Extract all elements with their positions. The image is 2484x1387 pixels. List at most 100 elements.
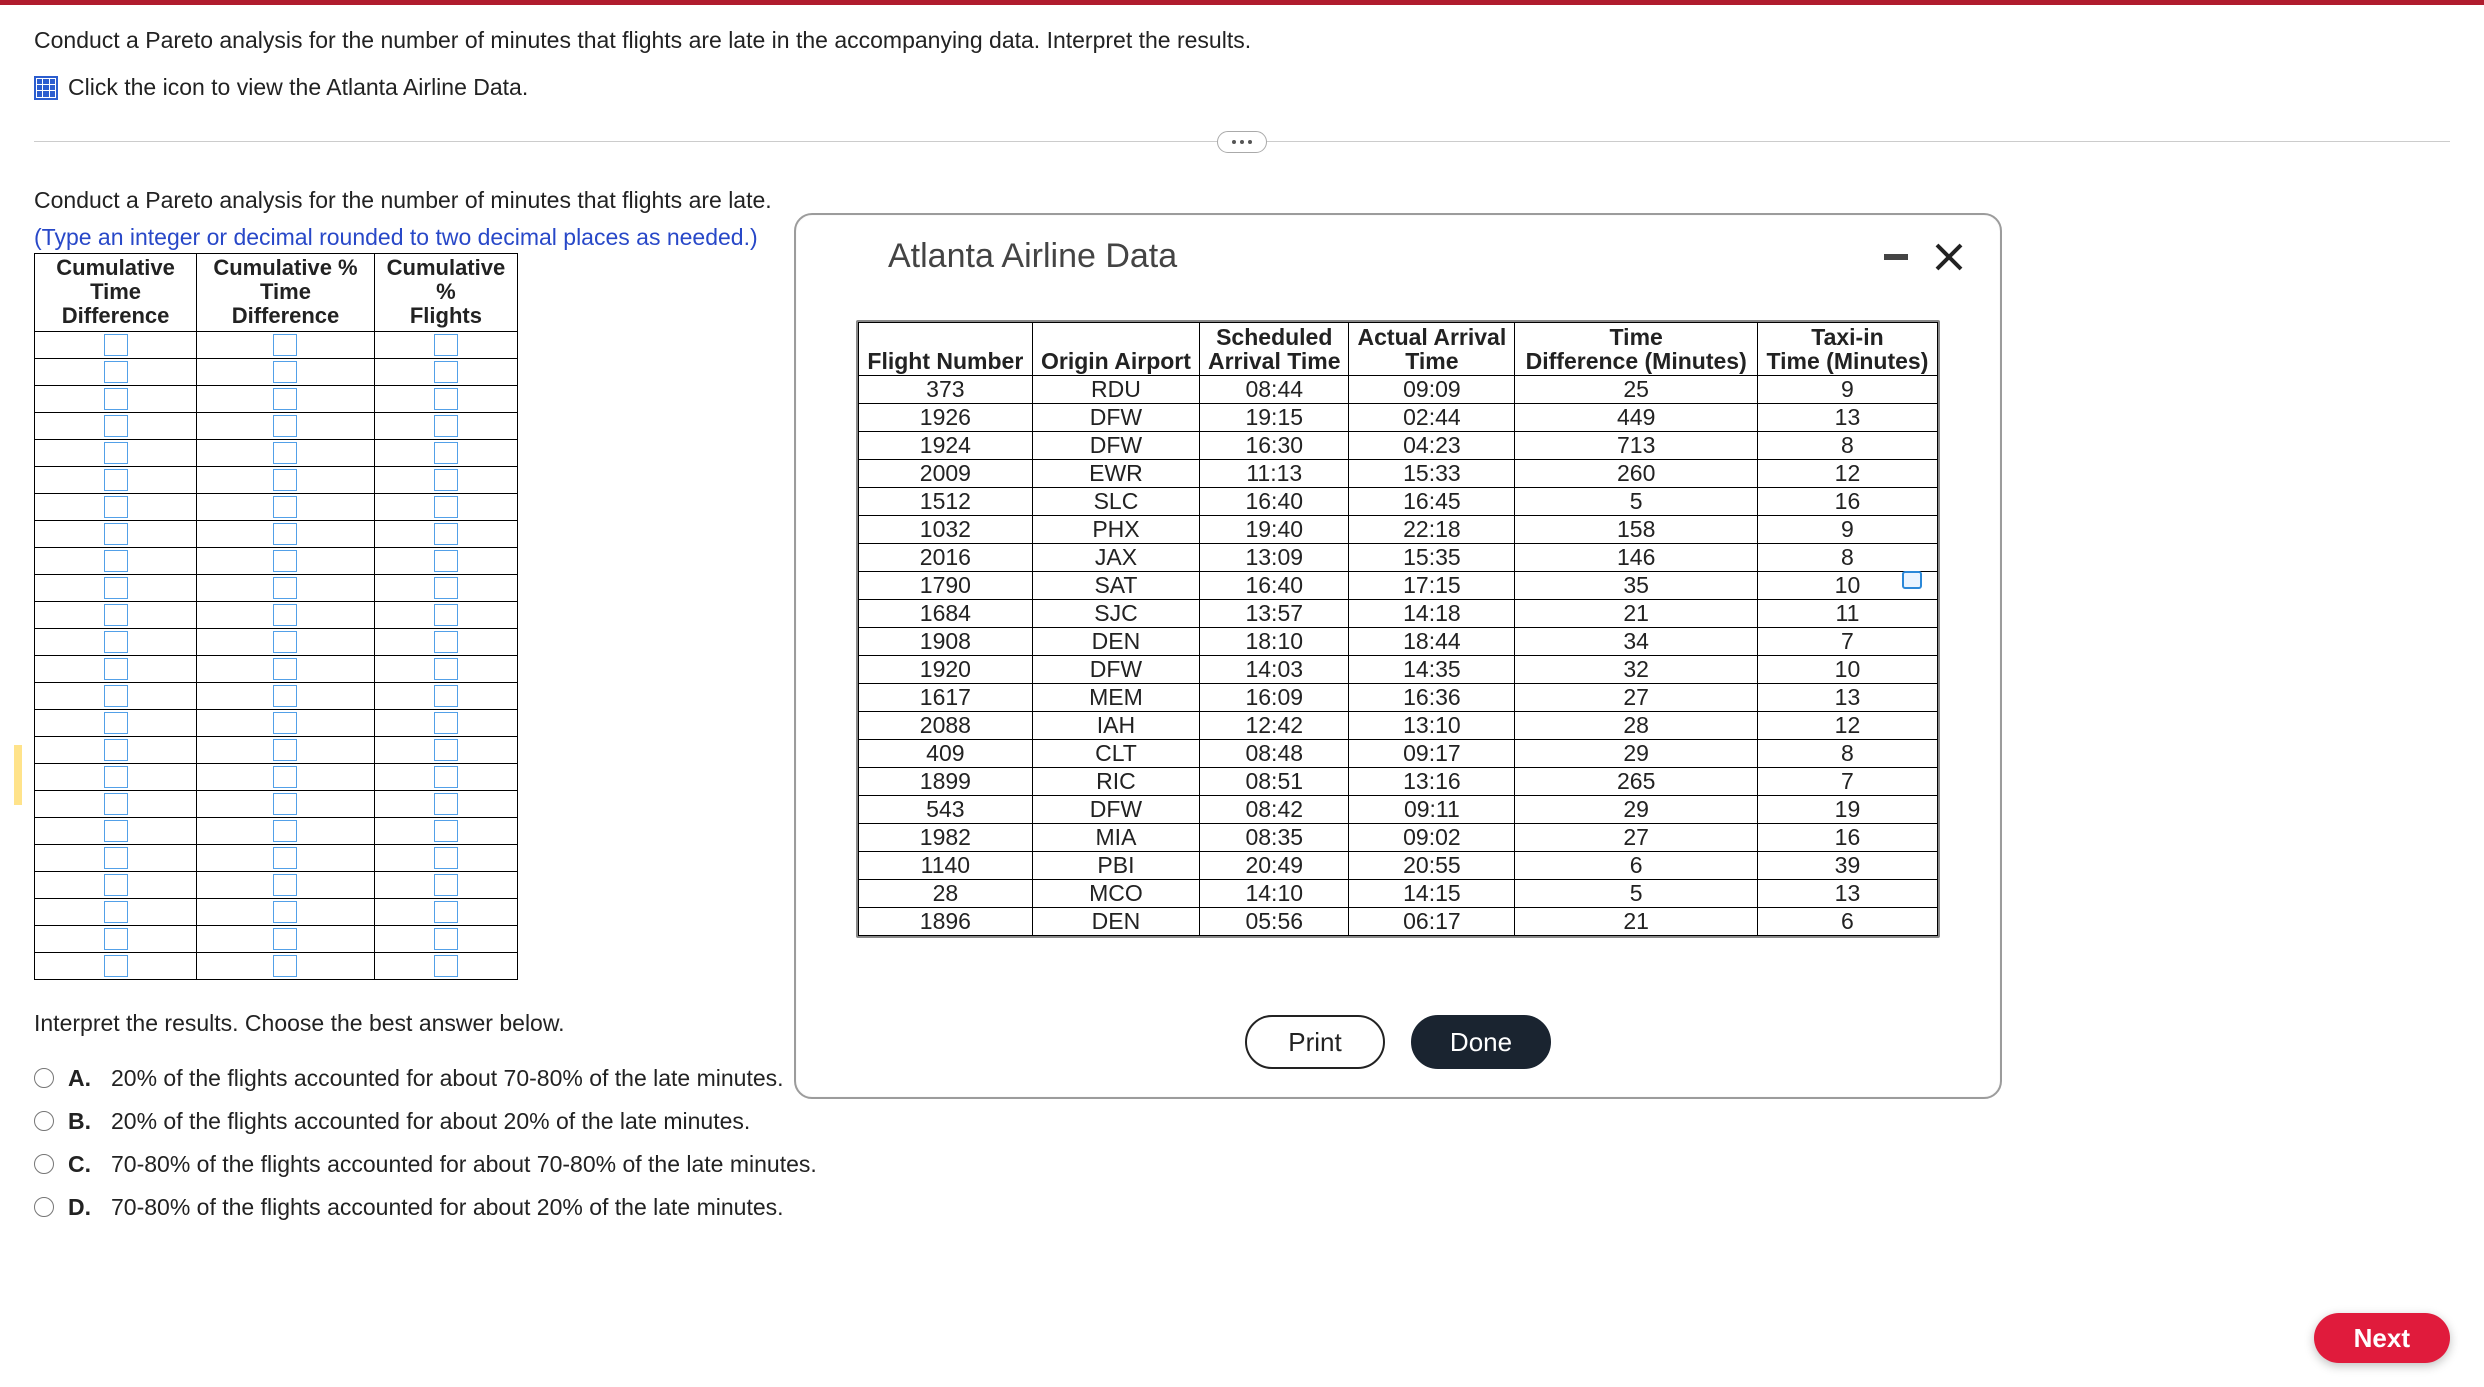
answer-input[interactable] (273, 496, 297, 518)
answer-input[interactable] (104, 658, 128, 680)
answer-input[interactable] (273, 820, 297, 842)
answer-input[interactable] (104, 523, 128, 545)
answer-input[interactable] (434, 847, 458, 869)
answer-input[interactable] (104, 334, 128, 356)
answer-input[interactable] (434, 874, 458, 896)
answer-input[interactable] (434, 766, 458, 788)
answer-input[interactable] (273, 658, 297, 680)
answer-input[interactable] (434, 901, 458, 923)
answer-input[interactable] (434, 631, 458, 653)
answer-input[interactable] (273, 928, 297, 950)
answer-input[interactable] (434, 550, 458, 572)
answer-input[interactable] (273, 523, 297, 545)
answer-input[interactable] (273, 469, 297, 491)
input-cell (35, 466, 197, 493)
answer-input[interactable] (104, 847, 128, 869)
answer-input[interactable] (273, 604, 297, 626)
answer-input[interactable] (273, 685, 297, 707)
answer-input[interactable] (434, 496, 458, 518)
print-button[interactable]: Print (1245, 1015, 1385, 1069)
answer-input[interactable] (434, 334, 458, 356)
input-cell (197, 925, 375, 952)
answer-input[interactable] (434, 685, 458, 707)
answer-input[interactable] (434, 658, 458, 680)
answer-input[interactable] (104, 901, 128, 923)
choice-radio[interactable] (34, 1111, 54, 1131)
answer-input[interactable] (104, 388, 128, 410)
answer-input[interactable] (434, 793, 458, 815)
answer-input[interactable] (434, 739, 458, 761)
answer-input[interactable] (434, 928, 458, 950)
answer-input[interactable] (104, 550, 128, 572)
airline-data-table: Flight NumberOrigin AirportScheduledArri… (858, 322, 1938, 936)
answer-input[interactable] (273, 874, 297, 896)
input-cell (374, 790, 517, 817)
answer-input[interactable] (273, 712, 297, 734)
answer-input[interactable] (104, 820, 128, 842)
answer-input[interactable] (273, 739, 297, 761)
answer-input[interactable] (434, 712, 458, 734)
answer-input[interactable] (273, 793, 297, 815)
input-row (35, 763, 518, 790)
input-cell (35, 601, 197, 628)
answer-input[interactable] (104, 712, 128, 734)
answer-input[interactable] (434, 820, 458, 842)
answer-input[interactable] (104, 496, 128, 518)
answer-input[interactable] (273, 442, 297, 464)
answer-input[interactable] (273, 415, 297, 437)
minimize-button[interactable] (1884, 254, 1908, 260)
next-button[interactable]: Next (2314, 1313, 2450, 1363)
answer-input[interactable] (273, 334, 297, 356)
table-icon[interactable] (34, 76, 58, 100)
answer-input[interactable] (273, 847, 297, 869)
answer-input[interactable] (104, 577, 128, 599)
answer-input[interactable] (434, 577, 458, 599)
choice-text: 20% of the flights accounted for about 2… (111, 1108, 750, 1135)
answer-input[interactable] (273, 955, 297, 977)
answer-input[interactable] (273, 550, 297, 572)
input-cell (374, 601, 517, 628)
answer-input[interactable] (434, 388, 458, 410)
answer-input[interactable] (104, 874, 128, 896)
answer-input[interactable] (104, 793, 128, 815)
answer-input[interactable] (104, 685, 128, 707)
answer-input[interactable] (104, 469, 128, 491)
answer-input[interactable] (273, 631, 297, 653)
choice-radio[interactable] (34, 1068, 54, 1088)
close-button[interactable] (1934, 242, 1964, 272)
data-cell: 21 (1515, 908, 1757, 936)
input-cell (374, 385, 517, 412)
answer-input[interactable] (273, 577, 297, 599)
answer-input[interactable] (434, 523, 458, 545)
choice-radio[interactable] (34, 1154, 54, 1174)
expand-pill[interactable] (1217, 131, 1267, 153)
answer-input[interactable] (104, 442, 128, 464)
answer-input[interactable] (104, 766, 128, 788)
data-cell: 08:44 (1200, 376, 1349, 404)
answer-input[interactable] (434, 469, 458, 491)
answer-input[interactable] (434, 955, 458, 977)
answer-input[interactable] (434, 442, 458, 464)
input-cell (374, 574, 517, 601)
answer-input[interactable] (104, 739, 128, 761)
choice-radio[interactable] (34, 1197, 54, 1217)
answer-input[interactable] (104, 928, 128, 950)
copy-icon[interactable] (1902, 571, 1922, 589)
answer-input[interactable] (434, 361, 458, 383)
done-button[interactable]: Done (1411, 1015, 1551, 1069)
input-cell (374, 763, 517, 790)
answer-input[interactable] (434, 415, 458, 437)
data-link-text[interactable]: Click the icon to view the Atlanta Airli… (68, 74, 528, 101)
answer-input[interactable] (104, 631, 128, 653)
answer-input[interactable] (104, 955, 128, 977)
answer-input[interactable] (104, 604, 128, 626)
answer-input[interactable] (273, 361, 297, 383)
answer-input[interactable] (104, 361, 128, 383)
data-cell: 5 (1515, 488, 1757, 516)
answer-input[interactable] (273, 766, 297, 788)
answer-input[interactable] (104, 415, 128, 437)
answer-input[interactable] (273, 901, 297, 923)
answer-input[interactable] (434, 604, 458, 626)
answer-input[interactable] (273, 388, 297, 410)
input-cell (197, 439, 375, 466)
